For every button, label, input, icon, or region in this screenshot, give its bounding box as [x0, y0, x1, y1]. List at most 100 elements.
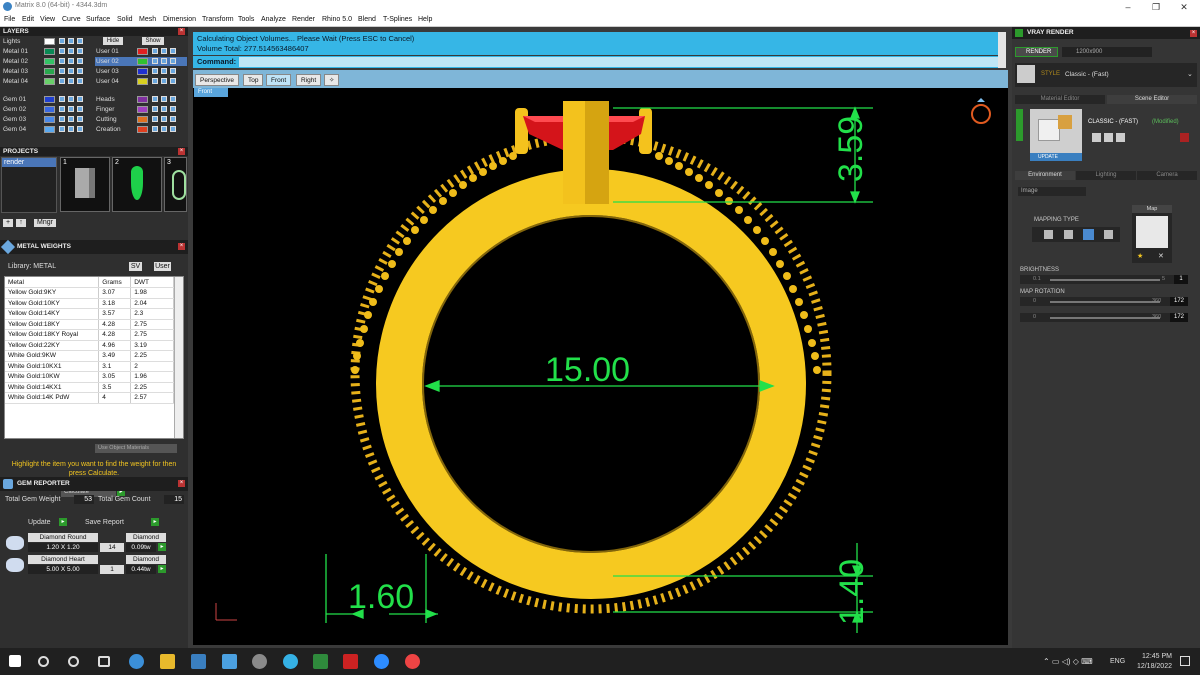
layer-color-swatch[interactable]: [44, 58, 55, 65]
layer-row[interactable]: User 04: [95, 77, 187, 86]
layer-row[interactable]: Metal 04: [2, 77, 92, 86]
menu-file[interactable]: File: [4, 16, 15, 23]
brightness-slider[interactable]: [1050, 279, 1160, 281]
layer-visible-icon[interactable]: [68, 68, 74, 74]
menu-transform[interactable]: Transform: [202, 16, 234, 23]
menu-render[interactable]: Render: [292, 16, 315, 23]
menu-rhino[interactable]: Rhino 5.0: [322, 16, 352, 23]
layers-close-icon[interactable]: ×: [178, 28, 185, 35]
layer-select-icon[interactable]: [170, 68, 176, 74]
layer-color-swatch[interactable]: [137, 58, 148, 65]
layer-visible-icon[interactable]: [68, 116, 74, 122]
rotation-2-slider[interactable]: [1050, 317, 1160, 319]
tab-scene-editor[interactable]: Scene Editor: [1107, 95, 1197, 104]
maximize-button[interactable]: ❐: [1142, 0, 1170, 14]
menu-edit[interactable]: Edit: [22, 16, 34, 23]
upload-project-button[interactable]: ↑: [16, 219, 26, 227]
vray-close-icon[interactable]: ×: [1190, 30, 1197, 37]
menu-dimension[interactable]: Dimension: [163, 16, 196, 23]
layer-row[interactable]: Creation: [95, 125, 187, 134]
project-thumb-1[interactable]: 1: [60, 157, 110, 212]
gem-report-row[interactable]: Diamond Round 1.20 X 1.20 14 Diamond 0.09tw ▸: [4, 533, 184, 553]
map-star-icon[interactable]: ★: [1137, 252, 1143, 260]
tab-environment[interactable]: Environment: [1015, 171, 1075, 180]
layer-row[interactable]: User 02: [95, 57, 187, 66]
gem-close-icon[interactable]: ×: [178, 480, 185, 487]
rotation-1-slider[interactable]: [1050, 301, 1160, 303]
menu-blend[interactable]: Blend: [358, 16, 376, 23]
layer-row[interactable]: Metal 03: [2, 67, 92, 76]
command-input[interactable]: [239, 57, 999, 67]
scene-side-arrow[interactable]: [1016, 109, 1023, 141]
layer-color-swatch[interactable]: [44, 68, 55, 75]
layer-color-swatch[interactable]: [137, 48, 148, 55]
menu-mesh[interactable]: Mesh: [139, 16, 156, 23]
menu-tools[interactable]: Tools: [238, 16, 254, 23]
front-viewport[interactable]: Front 3.59 15.00 1.60 1.40: [193, 88, 1008, 645]
layer-lock-icon[interactable]: [152, 116, 158, 122]
layer-lock-icon[interactable]: [152, 96, 158, 102]
layer-visible-icon[interactable]: [68, 96, 74, 102]
excel-icon[interactable]: [313, 654, 328, 669]
style-selector[interactable]: STYLE Classic - (Fast) ⌄: [1015, 63, 1197, 87]
layer-visible-icon[interactable]: [161, 126, 167, 132]
layer-select-icon[interactable]: [77, 48, 83, 54]
clock[interactable]: 12:45 PM 12/18/2022: [1128, 652, 1172, 672]
update-go-icon[interactable]: ▸: [59, 518, 67, 526]
map-preview[interactable]: Map ★ ✕: [1132, 205, 1172, 263]
close-button[interactable]: ✕: [1170, 0, 1198, 14]
tab-front[interactable]: Front: [266, 74, 292, 86]
layer-visible-icon[interactable]: [161, 116, 167, 122]
table-row[interactable]: Yellow Gold:18KY 4.28 2.75: [5, 319, 174, 330]
task-view-icon[interactable]: [98, 656, 110, 667]
layer-color-swatch[interactable]: [137, 68, 148, 75]
preview-update-button[interactable]: UPDATE: [1030, 153, 1082, 161]
layer-lock-icon[interactable]: [152, 106, 158, 112]
layer-lock-icon[interactable]: [59, 38, 65, 44]
manager-button[interactable]: Mngr: [34, 219, 56, 227]
rotation-2-value[interactable]: 172: [1170, 313, 1188, 322]
table-row[interactable]: Yellow Gold:10KY 3.18 2.04: [5, 298, 174, 309]
metal-close-icon[interactable]: ×: [178, 243, 185, 250]
preset-save-icon[interactable]: [1092, 133, 1101, 142]
metal-weights-table[interactable]: Metal Grams DWT Yellow Gold:9KY 3.07 1.98 Y…: [4, 276, 184, 439]
layer-select-icon[interactable]: [77, 78, 83, 84]
menu-surface[interactable]: Surface: [86, 16, 110, 23]
layer-lock-icon[interactable]: [152, 78, 158, 84]
layer-row[interactable]: Cutting: [95, 115, 187, 124]
layer-row[interactable]: Gem 03: [2, 115, 92, 124]
gem-select-icon[interactable]: ▸: [158, 565, 166, 573]
style-dropdown-icon[interactable]: ⌄: [1187, 70, 1193, 78]
col-header-metal[interactable]: Metal: [5, 277, 100, 288]
layer-row[interactable]: User 01: [95, 47, 187, 56]
menu-analyze[interactable]: Analyze: [261, 16, 286, 23]
layer-lock-icon[interactable]: [59, 68, 65, 74]
mapping-cylinder-icon[interactable]: [1083, 229, 1094, 240]
layer-color-swatch[interactable]: [44, 78, 55, 85]
brightness-value[interactable]: 1: [1174, 275, 1188, 284]
layer-color-swatch[interactable]: [44, 96, 55, 103]
ring-view-icon[interactable]: [971, 104, 991, 124]
table-row[interactable]: White Gold:10KX1 3.1 2: [5, 361, 174, 372]
sv-button[interactable]: SV: [129, 262, 142, 271]
layer-select-icon[interactable]: [77, 106, 83, 112]
layer-color-swatch[interactable]: [44, 106, 55, 113]
layer-select-icon[interactable]: [170, 96, 176, 102]
language-indicator[interactable]: ENG: [1110, 658, 1125, 665]
layer-lock-icon[interactable]: [152, 126, 158, 132]
layer-select-icon[interactable]: [170, 126, 176, 132]
rotation-1-value[interactable]: 172: [1170, 297, 1188, 306]
project-thumb-3[interactable]: 3: [164, 157, 187, 212]
map-remove-icon[interactable]: ✕: [1158, 252, 1164, 260]
layer-lock-icon[interactable]: [59, 78, 65, 84]
layer-color-swatch[interactable]: [137, 106, 148, 113]
minimize-button[interactable]: –: [1114, 0, 1142, 14]
layer-color-swatch[interactable]: [137, 116, 148, 123]
cortana-icon[interactable]: [68, 656, 79, 667]
render-button[interactable]: RENDER: [1015, 47, 1058, 57]
add-project-button[interactable]: +: [3, 219, 13, 227]
hide-button[interactable]: Hide: [103, 37, 123, 45]
layer-visible-icon[interactable]: [161, 106, 167, 112]
layer-row[interactable]: Finger: [95, 105, 187, 114]
store-icon[interactable]: [191, 654, 206, 669]
